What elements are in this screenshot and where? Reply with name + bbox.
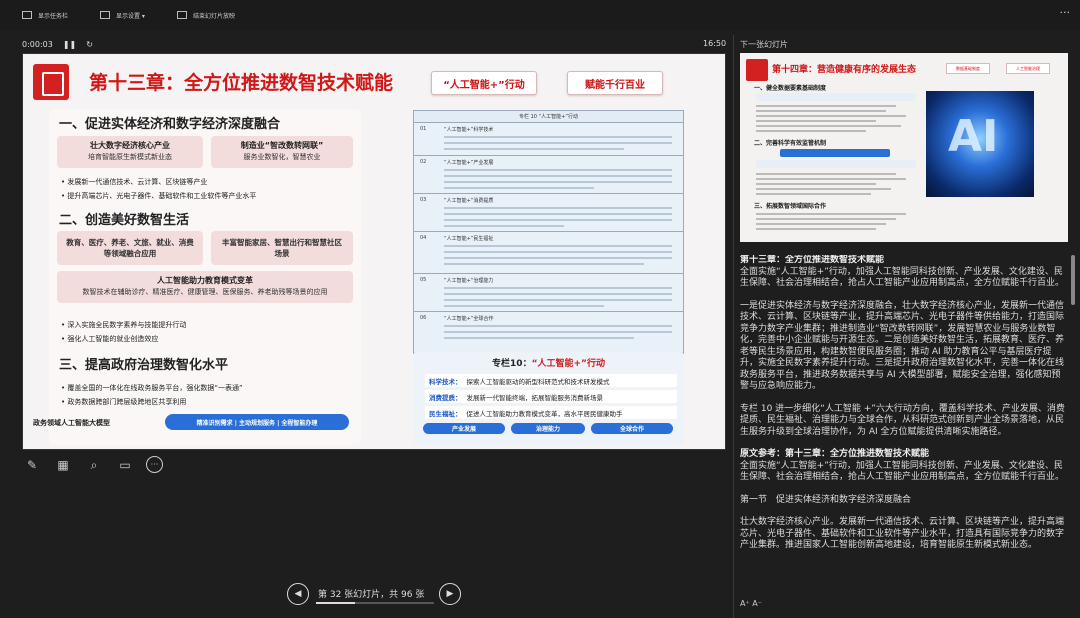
pause-icon[interactable]: ❚❚ (63, 40, 76, 49)
current-slide[interactable]: 第十三章：全方位推进数智技术赋能 “人工智能+”行动 赋能千行百业 一、促进实体… (22, 53, 726, 450)
screen-icon[interactable]: ▭ (115, 456, 135, 474)
column-title: 专栏10：“人工智能+”行动 (492, 359, 605, 369)
speaker-notes[interactable]: 第十三章：全方位推进数智技术赋能 全面实施“人工智能+”行动，加强人工智能同科技创… (740, 255, 1068, 591)
pane-divider[interactable] (733, 35, 734, 618)
slides-grid-icon[interactable]: ▦ (53, 456, 73, 474)
slide-header: 第十三章：全方位推进数智技术赋能 “人工智能+”行动 赋能千行百业 (23, 54, 725, 106)
show-taskbar-button[interactable]: 显示任务栏 (22, 11, 68, 20)
more-icon[interactable]: ··· (146, 456, 163, 473)
clock: 16:50 (703, 39, 727, 48)
bullet-comm-tech: • 发展新一代通信技术、云计算、区块链等产业 (61, 178, 208, 186)
column-row-science: 科学技术： 探索人工智能驱动的新型科研范式和技术研发模式 (425, 374, 677, 387)
table-row: 06 “人工智能+”全球合作 (414, 312, 683, 352)
font-size-controls[interactable]: A⁺ A⁻ (740, 599, 762, 608)
column10-summary: 专栏10：“人工智能+”行动 科学技术： 探索人工智能驱动的新型科研范式和技术研发… (413, 352, 684, 445)
more-options-icon[interactable]: ··· (1060, 6, 1071, 19)
gov-model-pill: 精准识别需求 | 主动规划服务 | 全程智能办理 (165, 414, 349, 430)
notes-heading: 第十三章：全方位推进数智技术赋能 (740, 255, 885, 265)
table-row: 01 “人工智能+”科学技术 (414, 123, 683, 156)
notes-heading: 原文参考：第十三章：全方位推进数智技术赋能 (740, 449, 930, 459)
zoom-icon[interactable]: ⌕ (84, 456, 104, 474)
slide-badge-empower: 赋能千行百业 (567, 71, 663, 95)
chapter-icon (746, 59, 768, 81)
column-row-welfare: 民生福祉： 促进人工智能助力教育模式变革，高水平居民健康助手 (425, 406, 677, 419)
bullet-digital-literacy: • 深入实施全民数字素养与技能提升行动 (61, 321, 187, 329)
end-show-icon (176, 11, 187, 19)
column-pill-global: 全球合作 (591, 423, 673, 434)
gov-model-label: 政务领域人工智能大模型 (33, 419, 110, 427)
notes-paragraph: 壮大数字经济核心产业。发展新一代通信技术、云计算、区块链等产业，提升高端芯片、光… (740, 517, 1065, 550)
next-blue-bar (780, 149, 890, 157)
next-section-1: 一、健全数据要素基础制度 (754, 85, 827, 92)
pill-education: 人工智能助力教育模式变革 数智技术在辅助诊疗、精准医疗、健康管理、医保服务、养老… (57, 271, 353, 303)
chapter-icon (33, 64, 69, 100)
table-row: 04 “人工智能+”民生福祉 (414, 232, 683, 274)
next-slide-button[interactable]: ▶ (439, 583, 461, 605)
column-row-consumption: 消费提质： 发展新一代智能终端，拓展智能服务消费新场景 (425, 390, 677, 403)
notes-scrollbar[interactable] (1071, 255, 1075, 305)
pen-icon[interactable]: ✎ (22, 456, 42, 474)
pill-manufacturing: 制造业“智改数转网联” 服务业数智化，智慧农业 (211, 136, 353, 168)
display-icon (100, 11, 111, 19)
section-heading-2: 二、创造美好数智生活 (59, 213, 190, 228)
display-settings-button[interactable]: 显示设置 ▾ (100, 11, 145, 20)
timer-row: 0:00:03 ❚❚ ↻ (22, 38, 726, 50)
left-content-panel: 一、促进实体经济和数字经济深度融合 壮大数字经济核心产业 培育智能原生新模式新业… (49, 109, 361, 445)
slide-progress-bar (316, 602, 434, 604)
next-tag-row-2 (756, 160, 916, 168)
next-slide-preview[interactable]: 第十四章：营造健康有序的发展生态 数据基础制度 人工智能治理 一、健全数据要素基… (740, 53, 1068, 242)
pill-smart-home: 丰富智能家居、智慧出行和智慧社区场景 (211, 231, 353, 265)
presenter-tools: ✎ ▦ ⌕ ▭ ··· (22, 456, 174, 474)
bullet-employment: • 强化人工智能的就业创造效应 (61, 335, 159, 343)
column-pill-industry: 产业发展 (423, 423, 505, 434)
previous-slide-button[interactable]: ◀ (287, 583, 309, 605)
slide-title: 第十三章：全方位推进数智技术赋能 (89, 72, 394, 94)
pill-life-domains: 教育、医疗、养老、文旅、就业、消费等领域融合应用 (57, 231, 203, 265)
bullet-gov-data: • 政务数据跨部门跨层级跨地区共享利用 (61, 398, 187, 406)
section-heading-1: 一、促进实体经济和数字经济深度融合 (59, 117, 281, 132)
slide-progress-fill (316, 602, 356, 604)
next-tag-row (756, 93, 916, 101)
table-row: 02 “人工智能+”产业发展 (414, 156, 683, 194)
notes-paragraph: 第一节 促进实体经济和数字经济深度融合 (740, 494, 912, 505)
notes-paragraph: 一是促进实体经济与数字经济深度融合，壮大数字经济核心产业，发展新一代通信技术、云… (740, 300, 1065, 392)
table-row: 03 “人工智能+”消费提质 (414, 194, 683, 232)
end-show-button[interactable]: 结束幻灯片放映 (176, 11, 235, 20)
reset-icon[interactable]: ↻ (86, 40, 93, 49)
next-slide-title: 第十四章：营造健康有序的发展生态 (772, 65, 917, 75)
presenter-toolbar: 显示任务栏 显示设置 ▾ 结束幻灯片放映 ··· (0, 0, 1080, 30)
section-heading-3: 三、提高政府治理数智化水平 (59, 358, 229, 373)
next-slide-label: 下一张幻灯片 (740, 40, 788, 49)
next-section-2: 二、完善科学有效监管机制 (754, 140, 827, 147)
table-row: 05 “人工智能+”治理能力 (414, 274, 683, 312)
column-pill-governance: 治理能力 (511, 423, 585, 434)
bullet-chips: • 提升高端芯片、光电子器件、基础软件和工业软件等产业水平 (61, 192, 257, 200)
column10-table: 专栏 10 “人工智能+”行动 01 “人工智能+”科学技术 02 “人工智能+”产… (413, 110, 684, 354)
taskbar-icon (22, 11, 32, 19)
ai-illustration-text: AI (948, 111, 999, 162)
next-badge-data: 数据基础制度 (946, 63, 990, 74)
slide-badge-ai-action: “人工智能+”行动 (431, 71, 537, 95)
next-badge-governance: 人工智能治理 (1006, 63, 1050, 74)
pill-core-industry: 壮大数字经济核心产业 培育智能原生新模式新业态 (57, 136, 203, 168)
next-section-3: 三、拓展数智领域国际合作 (754, 203, 827, 210)
elapsed-time: 0:00:03 (22, 39, 53, 49)
bullet-gov-platform: • 覆盖全国的一体化在线政务服务平台，强化数据“一表通” (61, 384, 243, 392)
slide-counter[interactable]: 第 32 张幻灯片，共 96 张 (318, 587, 424, 600)
notes-paragraph: 专栏 10 进一步细化“人工智能 +”六大行动方向，覆盖科学技术、产业发展、消费… (740, 403, 1065, 437)
table-header: 专栏 10 “人工智能+”行动 (414, 111, 683, 123)
